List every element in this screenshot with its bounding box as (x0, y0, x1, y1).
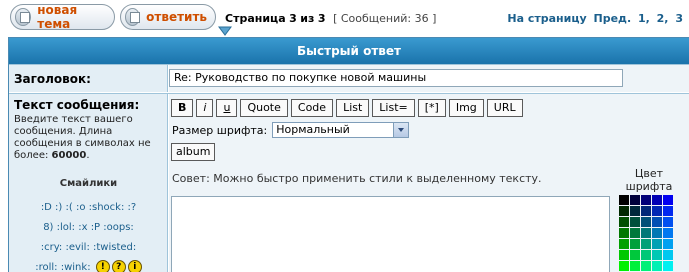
color-swatch[interactable] (641, 228, 651, 238)
reply-label: ответить (146, 10, 207, 24)
smilies-line[interactable]: 8) :lol: :x :P :oops: (43, 222, 134, 233)
color-swatch[interactable] (630, 239, 640, 249)
smilies-line[interactable]: :D :) :( :o :shock: :? (41, 202, 136, 213)
color-swatch[interactable] (630, 261, 640, 271)
message-label: Текст сообщения: (14, 98, 140, 112)
message-row: Текст сообщения: Введите текст вашего со… (9, 93, 689, 272)
message-textarea[interactable] (171, 196, 610, 272)
color-swatch[interactable] (663, 239, 673, 249)
italic-button[interactable]: i (196, 99, 214, 117)
pagination-page-3[interactable]: 3 (675, 12, 683, 25)
color-swatch[interactable] (641, 261, 651, 271)
reply-icon (125, 8, 141, 26)
color-swatch[interactable] (619, 228, 629, 238)
color-swatch[interactable] (663, 250, 673, 260)
color-swatch[interactable] (663, 195, 673, 205)
arrow-pointer-icon (218, 26, 232, 36)
font-size-label: Размер шрифта: (172, 123, 268, 137)
subject-label: Заголовок: (14, 72, 91, 86)
smilies-line[interactable]: :roll: :wink: (35, 262, 90, 272)
message-limit: 60000 (51, 150, 87, 161)
list-button[interactable]: List (336, 99, 370, 117)
color-palette[interactable] (619, 195, 677, 271)
page-prefix: Страница (225, 12, 286, 25)
color-swatch[interactable] (663, 261, 673, 271)
new-topic-icon (15, 8, 32, 26)
color-swatch[interactable] (652, 217, 662, 227)
smilies-title: Смайлики (59, 178, 118, 189)
quick-reply-header: Быстрый ответ (9, 38, 689, 64)
quick-reply-panel: Быстрый ответ Заголовок: Re: Руководство… (8, 37, 689, 272)
tip-text: Совет: Можно быстро применить стили к вы… (172, 172, 542, 185)
color-swatch[interactable] (619, 195, 629, 205)
color-swatch[interactable] (641, 217, 651, 227)
smilies-list: :D :) :( :o :shock: :? 8) :lol: :x :P :o… (9, 198, 168, 272)
font-size-select[interactable]: Нормальный (272, 122, 410, 138)
topic-toolbar: новая тема ответить Страница 3 из 3 [ Со… (0, 0, 689, 36)
idea-smiley-icon[interactable]: i (127, 260, 142, 272)
message-editor-cell: B i u Quote Code List List= [*] Img URL … (169, 94, 689, 272)
color-swatch[interactable] (652, 195, 662, 205)
bold-button[interactable]: B (171, 99, 194, 117)
messages-count: [ Сообщений: 36 ] (333, 12, 437, 25)
ordered-list-button[interactable]: List= (372, 99, 415, 117)
color-swatch[interactable] (641, 206, 651, 216)
underline-button[interactable]: u (216, 99, 238, 117)
subject-input[interactable]: Re: Руководство по покупке новой машины (169, 69, 623, 87)
subject-field-cell: Re: Руководство по покупке новой машины (169, 65, 689, 92)
color-swatch[interactable] (641, 250, 651, 260)
font-size-value: Нормальный (276, 123, 350, 136)
smilies-line[interactable]: :cry: :evil: :twisted: (41, 242, 137, 253)
color-swatch[interactable] (619, 261, 629, 271)
page-current: 3 (289, 12, 297, 25)
pagination-prev-link[interactable]: Пред. (594, 12, 632, 25)
color-swatch[interactable] (630, 250, 640, 260)
new-topic-label: новая тема (37, 3, 78, 31)
color-swatch[interactable] (619, 239, 629, 249)
pagination-label: На страницу (507, 12, 587, 25)
color-swatch[interactable] (630, 195, 640, 205)
url-button[interactable]: URL (486, 99, 523, 117)
reply-button[interactable]: ответить (120, 4, 216, 30)
color-swatch[interactable] (619, 250, 629, 260)
color-swatch[interactable] (630, 228, 640, 238)
question-smiley-icon[interactable]: ? (111, 260, 126, 272)
color-swatch[interactable] (652, 250, 662, 260)
new-topic-button[interactable]: новая тема (10, 3, 115, 31)
pagination-page-2[interactable]: 2, (657, 12, 669, 25)
color-swatch[interactable] (630, 206, 640, 216)
page-total: 3 (317, 12, 326, 25)
format-toolbar: B i u Quote Code List List= [*] Img URL (171, 99, 526, 117)
color-swatch[interactable] (652, 228, 662, 238)
message-label-cell: Текст сообщения: Введите текст вашего со… (9, 94, 168, 272)
subject-row: Заголовок: Re: Руководство по покупке но… (9, 64, 689, 92)
page-status: Страница 3 из 3 [ Сообщений: 36 ] (225, 12, 436, 25)
color-swatch[interactable] (641, 239, 651, 249)
subject-label-cell: Заголовок: (9, 65, 168, 92)
font-size-row: Размер шрифта: Нормальный (172, 122, 410, 138)
page-of: из (300, 12, 315, 25)
album-button[interactable]: album (171, 143, 216, 161)
color-swatch[interactable] (663, 206, 673, 216)
color-swatch[interactable] (652, 239, 662, 249)
image-button[interactable]: Img (448, 99, 484, 117)
pagination-page-1[interactable]: 1, (638, 12, 650, 25)
list-item-button[interactable]: [*] (417, 99, 446, 117)
code-button[interactable]: Code (290, 99, 334, 117)
pagination: На страницу Пред. 1, 2, 3 (507, 12, 683, 25)
exclaim-smiley-icon[interactable]: ! (95, 260, 110, 272)
font-color-label: Цвет шрифта (625, 167, 673, 193)
color-swatch[interactable] (652, 206, 662, 216)
message-hint: Введите текст вашего сообщения. Длина со… (14, 114, 151, 161)
color-swatch[interactable] (663, 228, 673, 238)
color-swatch[interactable] (652, 261, 662, 271)
quote-button[interactable]: Quote (240, 99, 288, 117)
color-swatch[interactable] (619, 217, 629, 227)
color-swatch[interactable] (630, 217, 640, 227)
color-swatch[interactable] (619, 206, 629, 216)
color-swatch[interactable] (663, 217, 673, 227)
color-swatch[interactable] (641, 195, 651, 205)
chevron-down-icon[interactable] (393, 123, 409, 137)
